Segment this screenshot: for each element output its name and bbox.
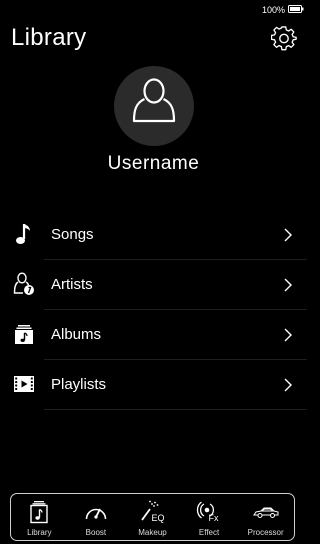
tab-label: Library bbox=[27, 528, 52, 537]
artist-icon bbox=[13, 272, 34, 295]
settings-button[interactable] bbox=[270, 26, 297, 52]
menu-item-label: Playlists bbox=[51, 376, 107, 393]
svg-text:Fx: Fx bbox=[209, 513, 219, 523]
chevron-right-icon bbox=[284, 328, 292, 342]
menu-item-label: Albums bbox=[51, 326, 102, 343]
battery-icon bbox=[288, 5, 304, 13]
avatar[interactable] bbox=[114, 66, 194, 146]
user-icon bbox=[132, 78, 176, 123]
page-title: Library bbox=[11, 24, 87, 51]
menu-item-label: Songs bbox=[51, 226, 94, 243]
gear-icon bbox=[270, 26, 297, 51]
tab-effect[interactable]: Fx Effect bbox=[181, 494, 238, 540]
car-icon bbox=[252, 507, 279, 518]
music-note-icon bbox=[16, 224, 30, 244]
eq-wand-icon: EQ bbox=[141, 500, 165, 523]
svg-text:EQ: EQ bbox=[152, 513, 165, 523]
menu-item-label: Artists bbox=[51, 276, 93, 293]
tab-boost[interactable]: Boost bbox=[68, 494, 125, 540]
playlist-icon bbox=[14, 376, 34, 392]
library-menu: Songs Artists Albums Playlists bbox=[0, 210, 307, 410]
tab-label: Processor bbox=[247, 528, 284, 537]
status-bar: 100% bbox=[0, 0, 307, 18]
tab-label: Makeup bbox=[138, 528, 167, 537]
chevron-right-icon bbox=[284, 278, 292, 292]
battery-percentage: 100% bbox=[261, 5, 285, 15]
divider bbox=[44, 409, 307, 410]
chevron-right-icon bbox=[284, 378, 292, 392]
album-icon bbox=[15, 325, 33, 344]
tab-makeup[interactable]: EQ Makeup bbox=[124, 494, 181, 540]
tab-label: Boost bbox=[85, 528, 107, 537]
library-icon bbox=[30, 501, 48, 524]
bottom-tab-bar: Library Boost EQ Makeup Fx Effect Proces… bbox=[10, 493, 295, 541]
username: Username bbox=[107, 153, 200, 174]
menu-item-playlists[interactable]: Playlists bbox=[0, 360, 307, 410]
speedometer-icon bbox=[85, 508, 107, 520]
menu-item-albums[interactable]: Albums bbox=[0, 310, 307, 360]
tab-label: Effect bbox=[198, 528, 220, 537]
chevron-right-icon bbox=[284, 228, 292, 242]
menu-item-artists[interactable]: Artists bbox=[0, 260, 307, 310]
menu-item-songs[interactable]: Songs bbox=[0, 210, 307, 260]
tab-processor[interactable]: Processor bbox=[237, 494, 294, 540]
fx-icon: Fx bbox=[196, 501, 219, 523]
tab-library[interactable]: Library bbox=[11, 494, 68, 540]
